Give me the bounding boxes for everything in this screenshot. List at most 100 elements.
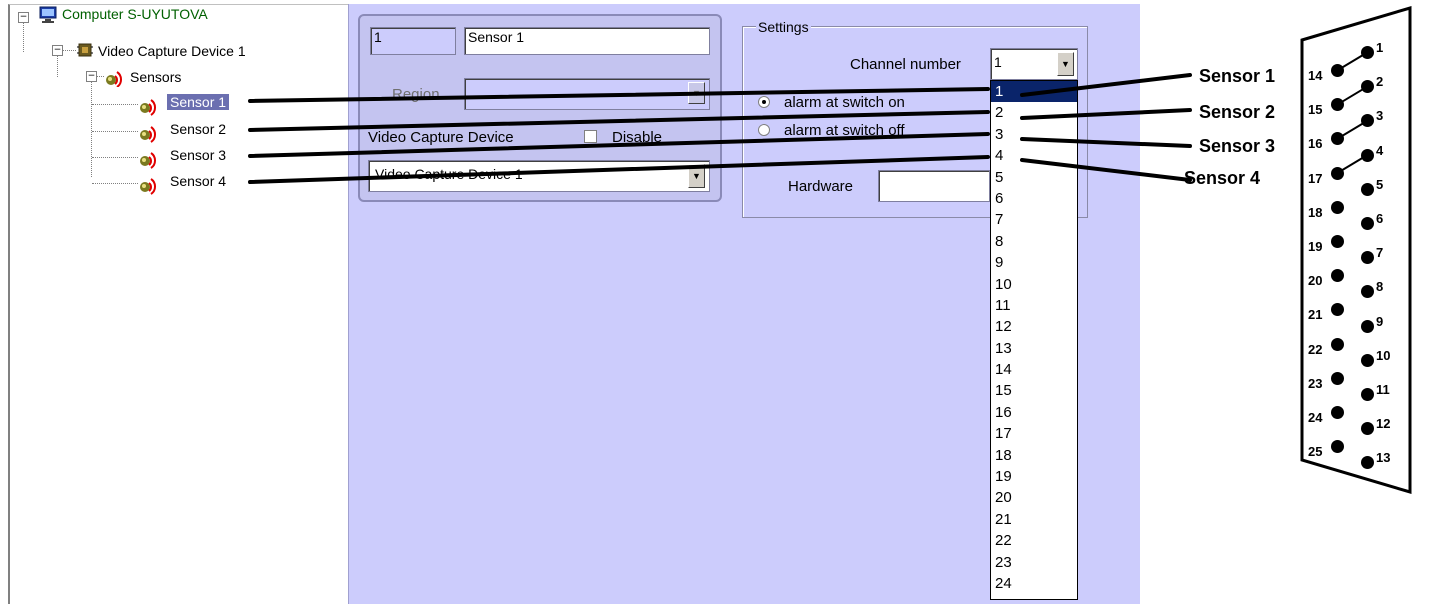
pin-label: 9 xyxy=(1376,313,1384,329)
sensor-group-icon xyxy=(106,71,123,87)
channel-option[interactable]: 8 xyxy=(991,231,1077,252)
sensor-tag-1: Sensor 1 xyxy=(1199,66,1276,86)
tree-line xyxy=(62,50,76,51)
pin-dot xyxy=(1331,371,1344,385)
channel-option[interactable]: 18 xyxy=(991,445,1077,466)
pin-dot xyxy=(1361,182,1374,196)
channel-option[interactable]: 14 xyxy=(991,359,1077,380)
region-dropdown-icon[interactable]: ▼ xyxy=(688,82,705,104)
channel-option[interactable]: 17 xyxy=(991,423,1077,444)
channel-option[interactable]: 12 xyxy=(991,316,1077,337)
channel-option[interactable]: 3 xyxy=(991,124,1077,145)
chip-icon xyxy=(77,43,93,57)
video-capture-label: Video Capture Device xyxy=(368,129,514,146)
tree-item-sensor-2[interactable]: Sensor 2 xyxy=(170,121,226,137)
pin-dot xyxy=(1331,235,1344,248)
pin-dot xyxy=(1331,166,1344,180)
tree-item-sensor-1[interactable]: Sensor 1 xyxy=(167,94,230,110)
pin-label: 14 xyxy=(1308,68,1323,83)
pin-label: 10 xyxy=(1376,347,1391,363)
channel-option[interactable]: 10 xyxy=(991,274,1077,295)
channel-options-list[interactable]: 1 2 3 4 5 6 7 8 9 10 11 12 13 14 15 16 17 18 19 20 21 22 23 24 xyxy=(990,80,1078,600)
pin-dot xyxy=(1331,200,1344,214)
disable-checkbox[interactable] xyxy=(584,130,597,143)
pin-dot xyxy=(1361,148,1374,162)
hardware-label: Hardware xyxy=(788,178,854,195)
channel-option[interactable]: 13 xyxy=(991,338,1077,359)
pin-dot xyxy=(1331,64,1344,77)
channel-option[interactable]: 15 xyxy=(991,380,1077,401)
tree-line xyxy=(92,131,138,132)
pin-label: 16 xyxy=(1308,136,1323,152)
channel-option[interactable]: 9 xyxy=(991,252,1077,273)
channel-option[interactable]: 24 xyxy=(991,573,1077,594)
hardware-field[interactable] xyxy=(878,170,990,202)
tree-item-device[interactable]: Video Capture Device 1 xyxy=(98,43,246,59)
sensor-tag-2: Sensor 2 xyxy=(1199,102,1276,122)
channel-option[interactable]: 19 xyxy=(991,466,1077,487)
pin-label: 22 xyxy=(1308,341,1323,357)
tree-panel: − Computer S-UYUTOVA − Video Capture Dev… xyxy=(8,4,348,604)
alarm-off-label: alarm at switch off xyxy=(784,122,905,139)
tree-line xyxy=(92,157,138,158)
pin-dot xyxy=(1361,353,1374,367)
sensor-tag-3: Sensor 3 xyxy=(1199,136,1276,156)
sensor-name-field[interactable]: Sensor 1 xyxy=(464,27,710,55)
channel-option[interactable]: 2 xyxy=(991,102,1077,123)
pin-dot xyxy=(1331,406,1344,419)
tree-line xyxy=(92,183,138,184)
disable-label: Disable xyxy=(612,129,663,146)
channel-option[interactable]: 21 xyxy=(991,509,1077,530)
channel-option[interactable]: 20 xyxy=(991,487,1077,508)
channel-option[interactable]: 5 xyxy=(991,167,1077,188)
alarm-on-label: alarm at switch on xyxy=(784,94,905,111)
pin-dot xyxy=(1361,319,1374,333)
video-capture-dropdown-icon[interactable]: ▼ xyxy=(688,164,705,188)
channel-number-label: Channel number xyxy=(850,56,961,73)
channel-option[interactable]: 22 xyxy=(991,530,1077,551)
pin-label: 15 xyxy=(1308,102,1323,118)
tree-line xyxy=(91,81,92,177)
pin-label: 4 xyxy=(1376,142,1384,158)
channel-option[interactable]: 23 xyxy=(991,552,1077,573)
pin-label: 21 xyxy=(1308,307,1323,323)
pin-label: 18 xyxy=(1308,204,1323,220)
pin-label: 17 xyxy=(1308,170,1323,186)
tree-item-computer[interactable]: Computer S-UYUTOVA xyxy=(62,6,208,22)
pin-label: 20 xyxy=(1308,273,1323,289)
sensor-icon xyxy=(140,178,157,195)
tree-line xyxy=(96,76,104,77)
alarm-on-radio[interactable] xyxy=(758,96,770,108)
pin-label: 12 xyxy=(1376,416,1391,432)
pin-label: 19 xyxy=(1308,239,1323,254)
tree-item-sensors[interactable]: Sensors xyxy=(130,69,181,85)
channel-option[interactable]: 16 xyxy=(991,402,1077,423)
pin-label: 7 xyxy=(1376,245,1384,261)
channel-option[interactable]: 6 xyxy=(991,188,1077,209)
computer-icon xyxy=(39,6,57,23)
alarm-off-radio[interactable] xyxy=(758,124,770,136)
channel-option[interactable]: 1 xyxy=(991,81,1077,103)
settings-legend: Settings xyxy=(756,19,811,35)
region-select[interactable] xyxy=(464,78,710,110)
channel-option[interactable]: 4 xyxy=(991,145,1077,166)
pin-dot xyxy=(1361,388,1374,401)
channel-option[interactable]: 11 xyxy=(991,295,1077,316)
sensor-icon xyxy=(140,152,157,169)
pin-label: 8 xyxy=(1376,279,1384,295)
tree-line xyxy=(23,22,24,52)
video-capture-select[interactable]: Video Capture Device 1 xyxy=(368,160,710,192)
tree-line xyxy=(92,104,138,105)
pin-dot xyxy=(1331,337,1344,351)
channel-option[interactable]: 7 xyxy=(991,209,1077,230)
tree-item-sensor-3[interactable]: Sensor 3 xyxy=(170,147,226,163)
channel-dropdown-icon[interactable]: ▼ xyxy=(1057,52,1074,76)
region-label: Region xyxy=(392,86,440,103)
sensor-id-field[interactable]: 1 xyxy=(370,27,456,55)
pin-label: 23 xyxy=(1308,375,1323,391)
pin-dot xyxy=(1361,217,1374,230)
pin-dot xyxy=(1361,46,1374,59)
tree-item-sensor-4[interactable]: Sensor 4 xyxy=(170,173,226,189)
pin-label: 1 xyxy=(1376,40,1384,55)
pin-label: 3 xyxy=(1376,108,1384,124)
